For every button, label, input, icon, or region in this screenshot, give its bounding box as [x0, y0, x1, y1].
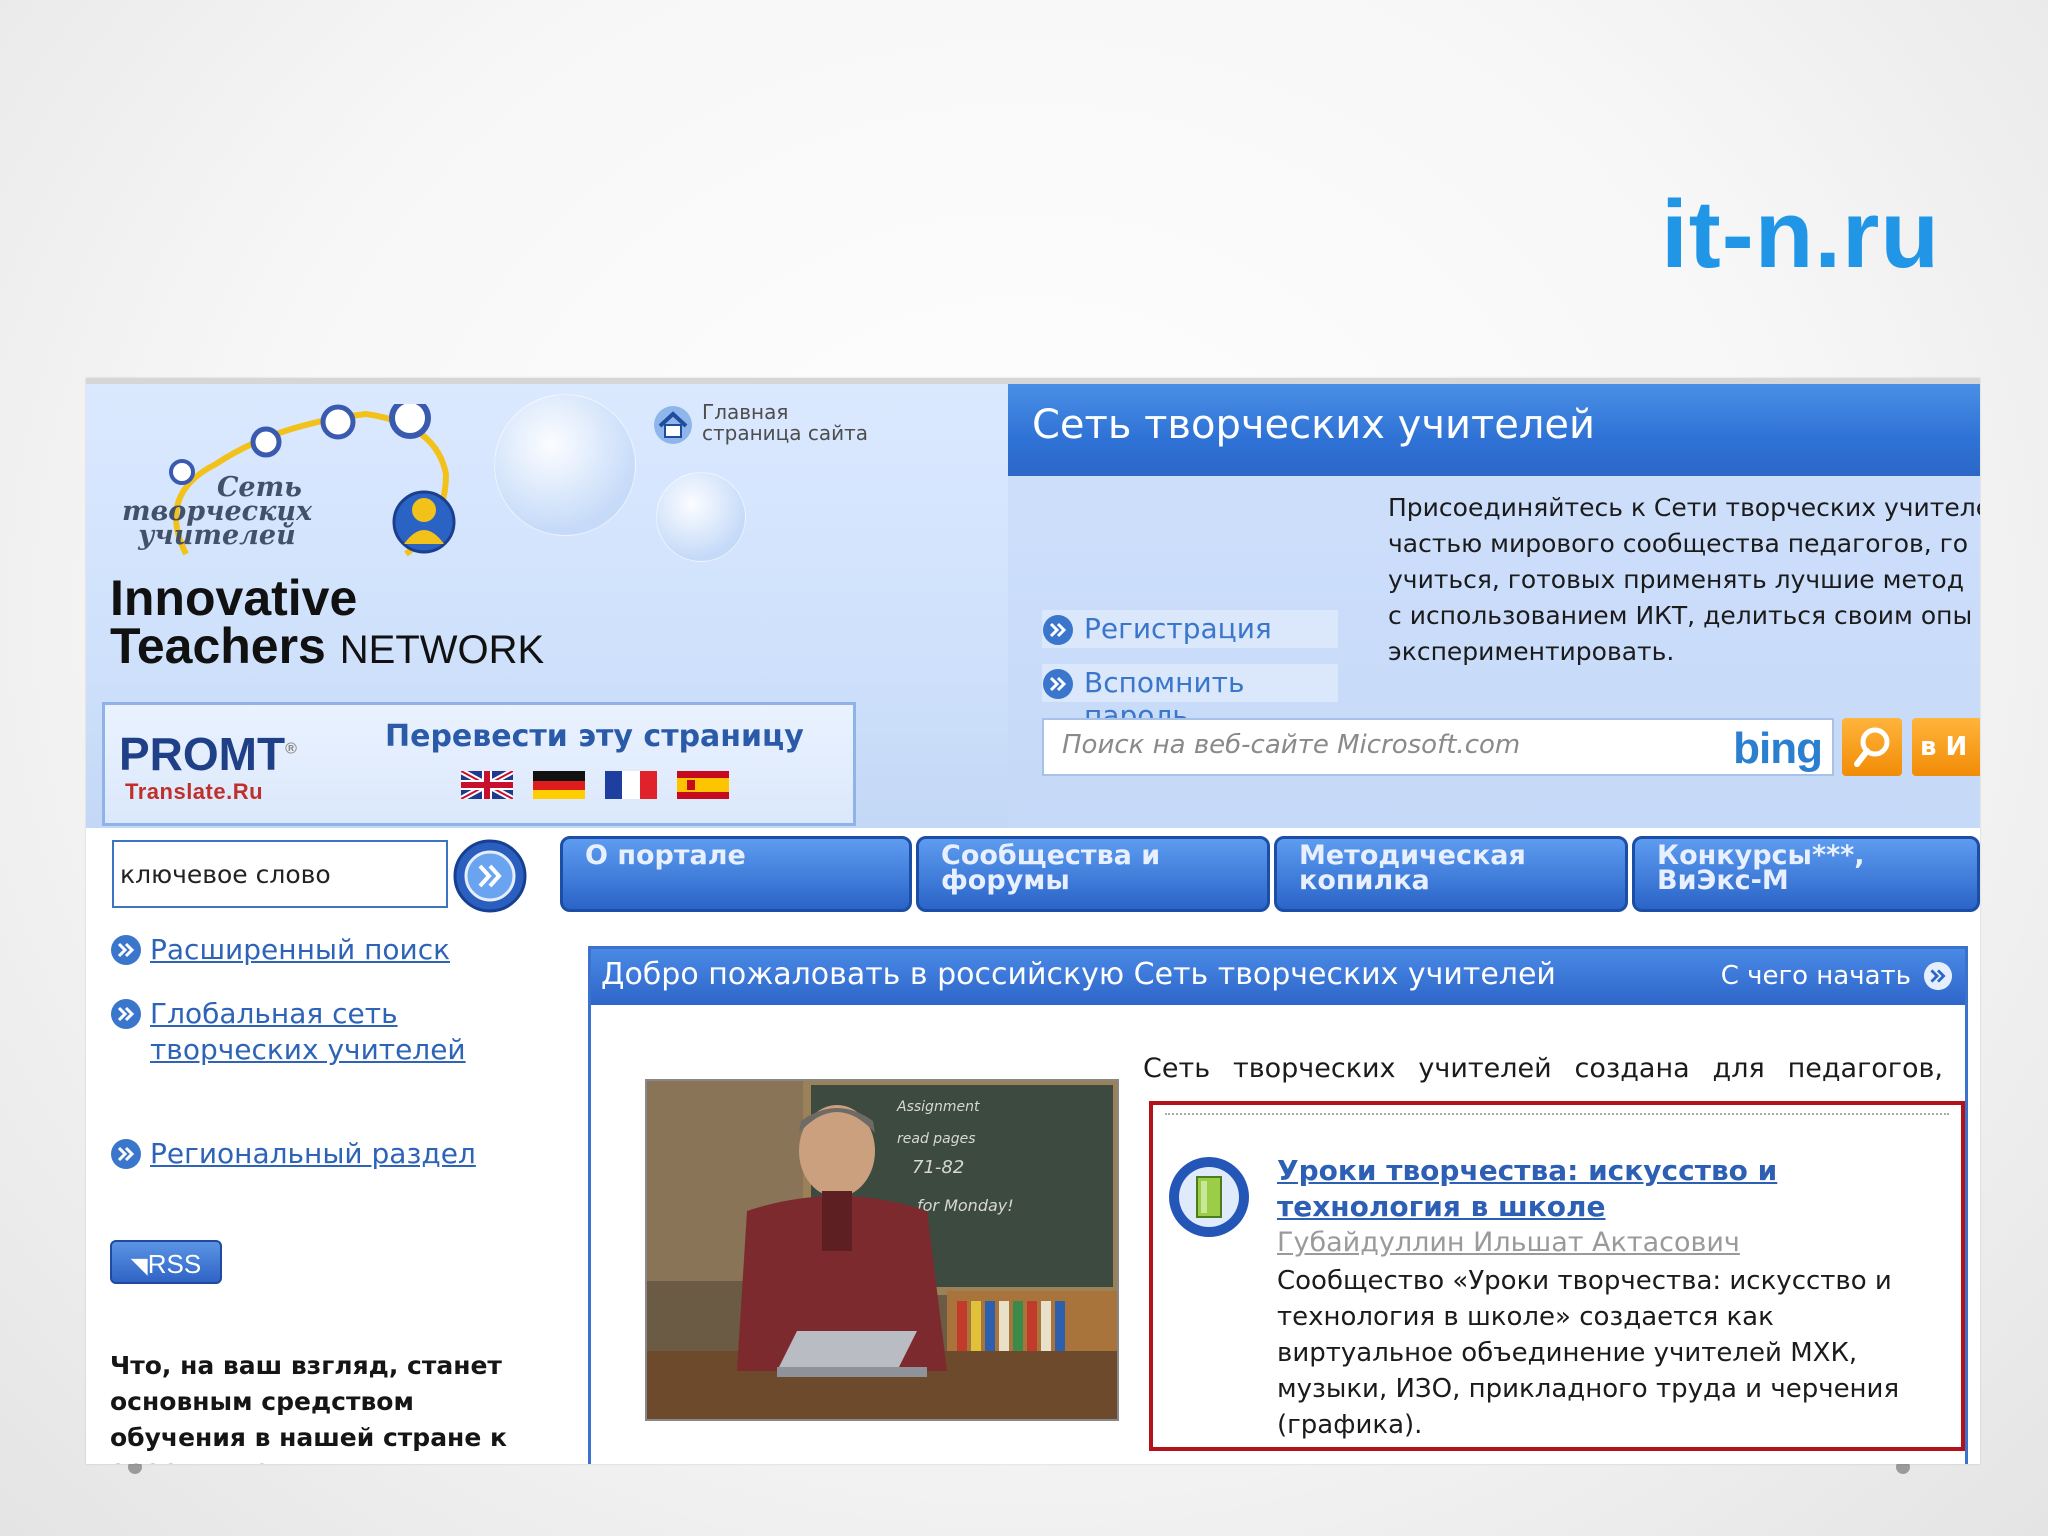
bing-search-input[interactable]: Поиск на веб-сайте Microsoft.com bing [1042, 718, 1834, 776]
global-network-link[interactable]: Глобальная сеть творческих учителей [110, 996, 466, 1068]
rss-button[interactable]: ◥RSS [110, 1240, 222, 1284]
tab-methodical-collection[interactable]: Методическая копилка [1274, 836, 1628, 912]
double-chevron-icon [111, 999, 141, 1029]
tab-about-portal[interactable]: О портале [560, 836, 912, 912]
search-scope-button[interactable]: в И [1912, 718, 1980, 776]
left-sidebar: Расширенный поиск Глобальная сеть творче… [86, 920, 566, 1464]
decor-bubble [656, 472, 746, 562]
bing-logo: bing [1733, 724, 1823, 773]
double-chevron-icon[interactable] [1923, 961, 1953, 991]
tab-contests[interactable]: Конкурсы***, ВиЭкс-М [1632, 836, 1980, 912]
french-flag-icon[interactable] [605, 771, 657, 799]
svg-text:read pages: read pages [897, 1131, 976, 1147]
forgot-password-link[interactable]: Вспомнить пароль [1042, 664, 1338, 732]
rss-icon: ◥ [130, 1253, 148, 1278]
svg-text:for Monday!: for Monday! [917, 1196, 1014, 1215]
innovative-teachers-logo[interactable]: Innovative Teachers NETWORK [110, 573, 670, 674]
community-description: Сообщество «Уроки творчества: искусство … [1277, 1266, 1900, 1440]
featured-community: Уроки творчества: искусство и технология… [1149, 1101, 1965, 1451]
double-chevron-icon [111, 1139, 141, 1169]
site-header-right: Сеть творческих учителей Присоединяйтесь… [1008, 384, 1980, 828]
welcome-bar: Добро пожаловать в российскую Сеть творч… [591, 949, 1965, 1005]
keyword-search-go-button[interactable] [450, 838, 530, 914]
slide-title: it-n.ru [1661, 181, 1940, 288]
getting-started-link[interactable]: С чего начать [1721, 961, 1911, 991]
advanced-search-link[interactable]: Расширенный поиск [110, 932, 450, 968]
english-flag-icon[interactable] [461, 771, 513, 799]
website-screenshot: Сеть творческих учителей Innovative Teac… [86, 378, 1980, 1464]
german-flag-icon[interactable] [533, 771, 585, 799]
search-placeholder: Поиск на веб-сайте Microsoft.com [1062, 730, 1521, 760]
home-page-link[interactable]: Главная страница сайта [652, 400, 892, 450]
teacher-photo: Assignment read pages 71-82 for Monday! [645, 1079, 1119, 1421]
double-chevron-icon [1043, 669, 1073, 699]
welcome-title: Добро пожаловать в российскую Сеть творч… [601, 957, 1556, 992]
translate-page-label: Перевести эту страницу [385, 719, 804, 754]
keyword-search-input[interactable]: ключевое слово [112, 840, 448, 908]
dotted-divider [1165, 1113, 1949, 1115]
community-author-link[interactable]: Губайдуллин Ильшат Актасович [1277, 1227, 1740, 1258]
logo-russian-text: Сеть творческих учителей [122, 472, 313, 551]
double-chevron-icon [1043, 615, 1073, 645]
navigation-row: ключевое слово О портале Сообщества и фор… [86, 828, 1980, 920]
community-book-icon [1169, 1157, 1249, 1237]
register-link[interactable]: Регистрация [1042, 610, 1338, 648]
decor-bubble [494, 394, 636, 536]
spanish-flag-icon[interactable] [677, 771, 729, 799]
svg-text:71-82: 71-82 [912, 1157, 964, 1178]
welcome-text: Присоединяйтесь к Сети творческих учител… [1388, 493, 1980, 666]
promt-translate-ru: Translate.Ru [125, 779, 264, 804]
svg-text:Assignment: Assignment [896, 1099, 980, 1115]
double-chevron-icon [111, 935, 141, 965]
home-icon [654, 406, 692, 444]
tab-communities-forums[interactable]: Сообщества и форумы [916, 836, 1270, 912]
welcome-panel: Добро пожаловать в российскую Сеть творч… [588, 946, 1968, 1464]
promt-translate-widget: PROMT® Translate.Ru Перевести эту страни… [102, 702, 856, 826]
search-icon [1854, 727, 1890, 767]
intro-text: Сеть творческих учителей создана для пед… [1143, 1053, 1943, 1084]
community-title-link[interactable]: Уроки творчества: искусство и технология… [1277, 1153, 1877, 1225]
site-header-left: Сеть творческих учителей Innovative Teac… [86, 384, 1008, 828]
header-title: Сеть творческих учителей [1032, 402, 1596, 448]
header-title-bar: Сеть творческих учителей [1008, 384, 1980, 476]
poll-question: Что, на ваш взгляд, станет основным сред… [110, 1351, 507, 1464]
regional-section-link[interactable]: Региональный раздел [110, 1136, 476, 1172]
promt-logo[interactable]: PROMT® [119, 727, 297, 781]
search-button[interactable] [1842, 718, 1902, 776]
